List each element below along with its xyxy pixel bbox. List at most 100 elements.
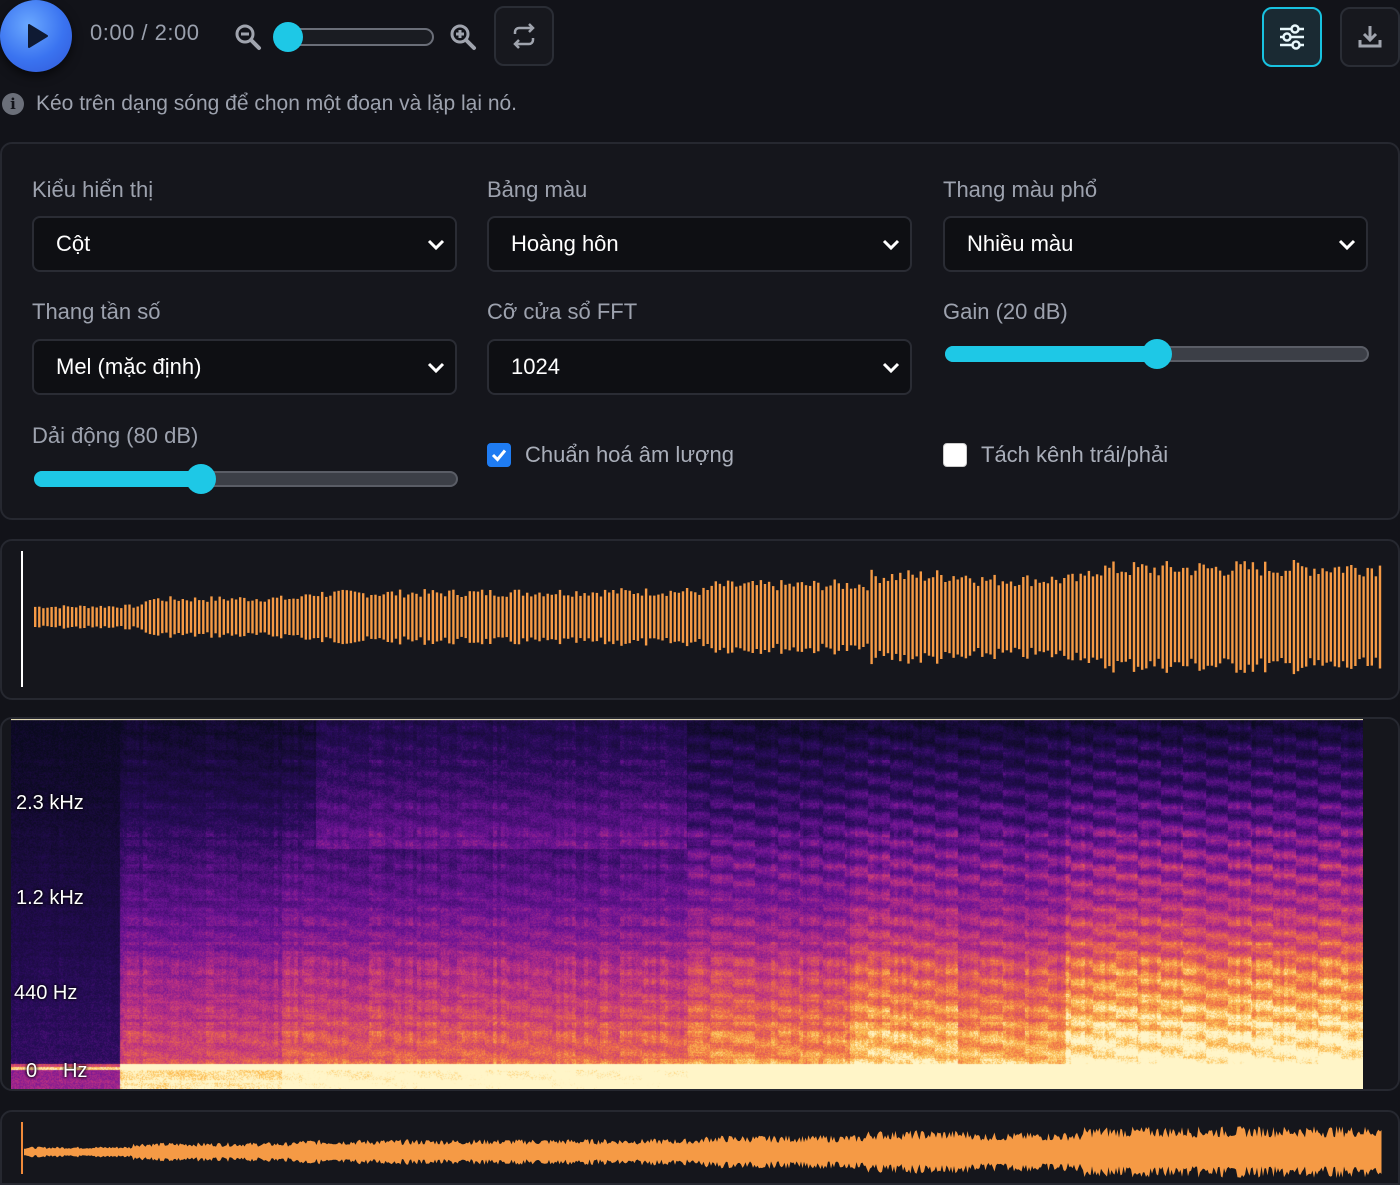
waveform-bar	[1063, 578, 1066, 656]
waveform-bar	[362, 593, 365, 641]
info-icon: i	[2, 93, 24, 115]
waveform-bar	[255, 599, 258, 635]
waveform-bar	[521, 595, 525, 639]
waveform-bar	[62, 605, 66, 629]
play-icon	[28, 24, 48, 48]
waveform-bar	[1112, 561, 1115, 673]
waveform-bar	[452, 589, 455, 645]
waveform-bar	[87, 608, 90, 626]
waveform-bar	[50, 607, 53, 627]
waveform-bar	[513, 589, 517, 645]
waveform-bar	[972, 582, 976, 652]
waveform-bar	[854, 588, 857, 646]
waveform-bar	[370, 595, 373, 639]
zoom-slider-thumb[interactable]	[273, 22, 303, 52]
waveform-bar	[940, 575, 943, 659]
waveform-bar	[1161, 565, 1164, 669]
waveform-bar	[517, 589, 521, 645]
waveform-bar	[780, 580, 783, 654]
waveform-bar	[357, 592, 361, 642]
split-channels-label: Tách kênh trái/phải	[981, 442, 1169, 467]
waveform-bars[interactable]	[2, 541, 1398, 698]
settings-toggle-button[interactable]	[1262, 7, 1322, 67]
loop-button[interactable]	[494, 6, 554, 66]
spectrum-scale-select[interactable]: Nhiều màu	[943, 216, 1368, 272]
normalize-checkbox[interactable]: Chuẩn hoá âm lượng	[487, 442, 734, 468]
waveform-bar	[673, 592, 676, 642]
waveform-bar	[808, 585, 812, 649]
waveform-panel[interactable]	[0, 539, 1400, 700]
waveform-bar	[1264, 561, 1267, 673]
waveform-bar	[739, 585, 742, 649]
waveform-bar	[583, 593, 586, 641]
waveform-bar	[804, 585, 808, 649]
waveform-bar	[382, 594, 385, 640]
overview-waveform[interactable]	[2, 1112, 1398, 1185]
waveform-bar	[546, 593, 549, 641]
zoom-out-icon[interactable]	[234, 23, 262, 51]
waveform-bar	[329, 595, 332, 639]
waveform-bar	[407, 594, 410, 640]
download-button[interactable]	[1340, 7, 1400, 67]
waveform-bar	[841, 588, 845, 645]
waveform-bar	[538, 592, 541, 642]
zoom-in-icon[interactable]	[449, 23, 477, 51]
overview-waveform-panel[interactable]	[0, 1110, 1400, 1185]
dynamic-range-slider-thumb[interactable]	[185, 464, 216, 494]
waveform-bar	[1313, 568, 1316, 666]
waveform-bar	[1288, 570, 1291, 664]
waveform-bar	[1333, 567, 1337, 667]
waveform-bar	[890, 574, 894, 660]
waveform-bar	[858, 584, 861, 650]
waveform-bar	[1325, 571, 1328, 663]
waveform-bar	[579, 595, 582, 639]
gain-slider[interactable]	[945, 339, 1369, 369]
checkbox-checked-icon[interactable]	[487, 443, 511, 467]
waveform-bar	[1124, 572, 1127, 662]
waveform-bar	[657, 594, 660, 640]
fft-size-select[interactable]: 1024	[487, 339, 912, 395]
fft-size-value: 1024	[511, 354, 560, 379]
waveform-bar	[1350, 565, 1353, 669]
waveform-bar	[903, 579, 906, 655]
waveform-bar	[1317, 574, 1320, 661]
waveform-bar	[1050, 576, 1054, 658]
play-button[interactable]	[0, 0, 72, 72]
waveform-bar	[157, 598, 160, 636]
waveform-bar	[743, 583, 746, 651]
palette-select[interactable]: Hoàng hôn	[487, 216, 912, 272]
waveform-bar	[788, 583, 791, 651]
display-mode-select[interactable]: Cột	[32, 216, 457, 272]
waveform-bar	[870, 569, 873, 665]
waveform-bar	[1067, 574, 1070, 660]
waveform-bar	[1362, 576, 1365, 658]
waveform-bar	[800, 582, 804, 652]
waveform-bar	[1038, 582, 1041, 652]
waveform-bar	[997, 585, 1000, 649]
waveform-bar	[116, 607, 119, 627]
checkbox-unchecked-icon[interactable]	[943, 443, 967, 467]
waveform-bar	[1100, 575, 1103, 659]
waveform-bar	[394, 595, 398, 639]
waveform-bar	[259, 601, 262, 633]
waveform-bar	[944, 582, 947, 652]
waveform-bar	[1153, 567, 1156, 667]
waveform-bar	[661, 593, 664, 641]
waveform-bar	[907, 570, 910, 664]
waveform-bar	[206, 601, 209, 633]
waveform-bar	[899, 572, 902, 662]
waveform-bar	[751, 581, 754, 653]
dynamic-range-slider[interactable]	[34, 464, 458, 494]
waveform-bar	[1227, 574, 1230, 660]
waveform-bar	[714, 581, 717, 653]
waveform-bar	[189, 601, 193, 633]
zoom-slider[interactable]	[286, 28, 434, 46]
frequency-scale-select[interactable]: Mel (mặc định)	[32, 339, 457, 395]
waveform-bar	[792, 586, 795, 648]
split-channels-checkbox[interactable]: Tách kênh trái/phải	[943, 442, 1168, 468]
palette-label: Bảng màu	[487, 177, 588, 202]
waveform-bar	[1120, 571, 1123, 663]
waveform-bar	[1370, 568, 1373, 666]
gain-slider-thumb[interactable]	[1142, 339, 1172, 369]
waveform-bar	[107, 606, 111, 628]
